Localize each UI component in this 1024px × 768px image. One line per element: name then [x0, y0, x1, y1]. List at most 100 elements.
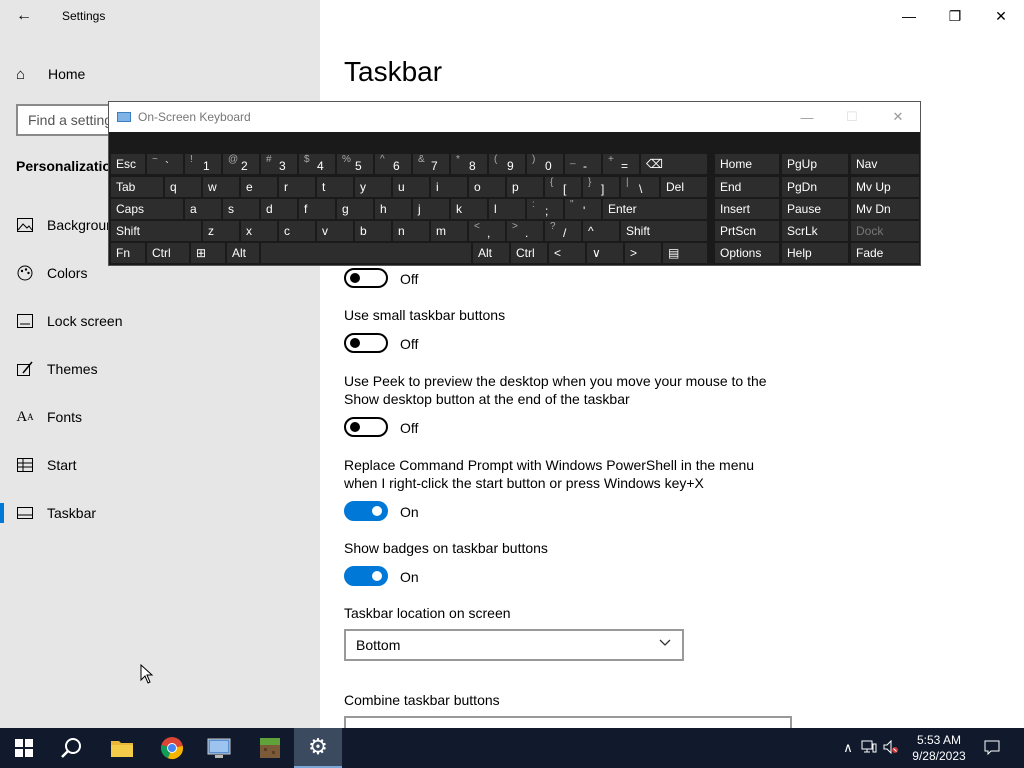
osk-key[interactable]: ^	[583, 221, 619, 241]
peek-toggle[interactable]	[344, 417, 388, 437]
osk-key[interactable]: _ -	[565, 154, 601, 174]
osk-key[interactable]: " '	[565, 199, 601, 219]
sidebar-item-lock-screen[interactable]: Lock screen	[0, 301, 320, 341]
osk-key[interactable]: j	[413, 199, 449, 219]
sidebar-item-start[interactable]: Start	[0, 445, 320, 485]
toggle-switch[interactable]	[344, 268, 388, 288]
osk-key[interactable]: n	[393, 221, 429, 241]
osk-key[interactable]: + =	[603, 154, 639, 174]
search-button[interactable]	[48, 728, 96, 768]
osk-key[interactable]: <,	[469, 221, 505, 241]
osk-key[interactable]: :;	[527, 199, 563, 219]
osk-key[interactable]: t	[317, 177, 353, 197]
osk-key[interactable]: #3	[261, 154, 297, 174]
osk-key[interactable]: Shift	[111, 221, 201, 241]
settings-taskbar-button[interactable]: ⚙	[294, 728, 342, 768]
osk-nav-key[interactable]: End	[715, 177, 779, 197]
osk-key[interactable]: r	[279, 177, 315, 197]
osk-key[interactable]: q	[165, 177, 201, 197]
osk-key[interactable]: ~ `	[147, 154, 183, 174]
osk-key[interactable]: e	[241, 177, 277, 197]
osk-key[interactable]: ∨	[587, 243, 623, 263]
osk-key[interactable]: k	[451, 199, 487, 219]
osk-key[interactable]: a	[185, 199, 221, 219]
osk-nav-key[interactable]: PgUp	[782, 154, 848, 174]
osk-key[interactable]: ^ 6	[375, 154, 411, 174]
osk-key[interactable]: z	[203, 221, 239, 241]
osk-key[interactable]: l	[489, 199, 525, 219]
volume-muted-icon[interactable]	[880, 739, 902, 757]
osk-key[interactable]: b	[355, 221, 391, 241]
osk-key[interactable]: o	[469, 177, 505, 197]
osk-key[interactable]: ▤	[663, 243, 707, 263]
close-button[interactable]: ✕	[978, 0, 1024, 32]
osk-key[interactable]: ? /	[545, 221, 581, 241]
osk-key[interactable]: s	[223, 199, 259, 219]
osk-nav-key[interactable]: ScrLk	[782, 221, 848, 241]
osk-nav-key[interactable]: Insert	[715, 199, 779, 219]
osk-key[interactable]: g	[337, 199, 373, 219]
sidebar-item-fonts[interactable]: AA Fonts	[0, 397, 320, 437]
osk-key[interactable]: }]	[583, 177, 619, 197]
osk-nav-key[interactable]: Home	[715, 154, 779, 174]
osk-key[interactable]: Tab	[111, 177, 163, 197]
osk-maximize-button[interactable]: ☐	[836, 106, 868, 128]
osk-key[interactable]: {[	[545, 177, 581, 197]
osk-key[interactable]: w	[203, 177, 239, 197]
osk-key[interactable]: ) 0	[527, 154, 563, 174]
nav-home[interactable]: ⌂ Home	[16, 62, 85, 86]
osk-nav-key[interactable]: Dock	[851, 221, 919, 241]
osk-key[interactable]: $4	[299, 154, 335, 174]
osk-key[interactable]: ! 1	[185, 154, 221, 174]
osk-key[interactable]: c	[279, 221, 315, 241]
file-explorer-button[interactable]	[98, 728, 146, 768]
osk-key[interactable]: ⊞	[191, 243, 225, 263]
osk-key[interactable]: ⌫	[641, 154, 707, 174]
clock[interactable]: 5:53 AM 9/28/2023	[908, 732, 970, 764]
chrome-button[interactable]	[148, 728, 196, 768]
osk-key[interactable]: Esc	[111, 154, 145, 174]
osk-key[interactable]	[261, 243, 471, 263]
osk-nav-key[interactable]: Nav	[851, 154, 919, 174]
osk-close-button[interactable]: ✕	[882, 106, 914, 128]
osk-key[interactable]: y	[355, 177, 391, 197]
osk-minimize-button[interactable]: —	[791, 106, 823, 128]
badges-toggle[interactable]	[344, 566, 388, 586]
osk-key[interactable]: h	[375, 199, 411, 219]
sidebar-item-themes[interactable]: Themes	[0, 349, 320, 389]
sidebar-item-taskbar[interactable]: Taskbar	[0, 493, 320, 533]
osk-key[interactable]: | \	[621, 177, 659, 197]
network-icon[interactable]	[858, 740, 880, 757]
osk-key[interactable]: Caps	[111, 199, 183, 219]
osk-key[interactable]: v	[317, 221, 353, 241]
osk-nav-key[interactable]: Pause	[782, 199, 848, 219]
osk-nav-key[interactable]: Mv Up	[851, 177, 919, 197]
osk-nav-key[interactable]: PrtScn	[715, 221, 779, 241]
osk-key[interactable]: Del	[661, 177, 707, 197]
osk-key[interactable]: m	[431, 221, 467, 241]
osk-key[interactable]: Alt	[473, 243, 509, 263]
osk-key[interactable]: * 8	[451, 154, 487, 174]
minecraft-button[interactable]	[246, 728, 294, 768]
start-button[interactable]	[0, 728, 48, 768]
osk-key[interactable]: (9	[489, 154, 525, 174]
osk-key[interactable]: @2	[223, 154, 259, 174]
osk-key[interactable]: d	[261, 199, 297, 219]
osk-key[interactable]: p	[507, 177, 543, 197]
osk-nav-key[interactable]: Mv Dn	[851, 199, 919, 219]
osk-nav-key[interactable]: Options	[715, 243, 779, 263]
osk-nav-key[interactable]: Help	[782, 243, 848, 263]
chevron-up-icon[interactable]: ∧	[838, 740, 858, 756]
osk-key[interactable]: Ctrl	[147, 243, 189, 263]
back-button[interactable]: ←	[8, 4, 40, 28]
osk-key[interactable]: & 7	[413, 154, 449, 174]
osk-key[interactable]: Fn	[111, 243, 145, 263]
osk-nav-key[interactable]: PgDn	[782, 177, 848, 197]
location-dropdown[interactable]: Bottom	[344, 629, 684, 661]
restore-button[interactable]: ❐	[932, 0, 978, 32]
powershell-toggle[interactable]	[344, 501, 388, 521]
small-buttons-toggle[interactable]	[344, 333, 388, 353]
osk-key[interactable]: x	[241, 221, 277, 241]
minimize-button[interactable]: —	[886, 0, 932, 32]
osk-key[interactable]: f	[299, 199, 335, 219]
